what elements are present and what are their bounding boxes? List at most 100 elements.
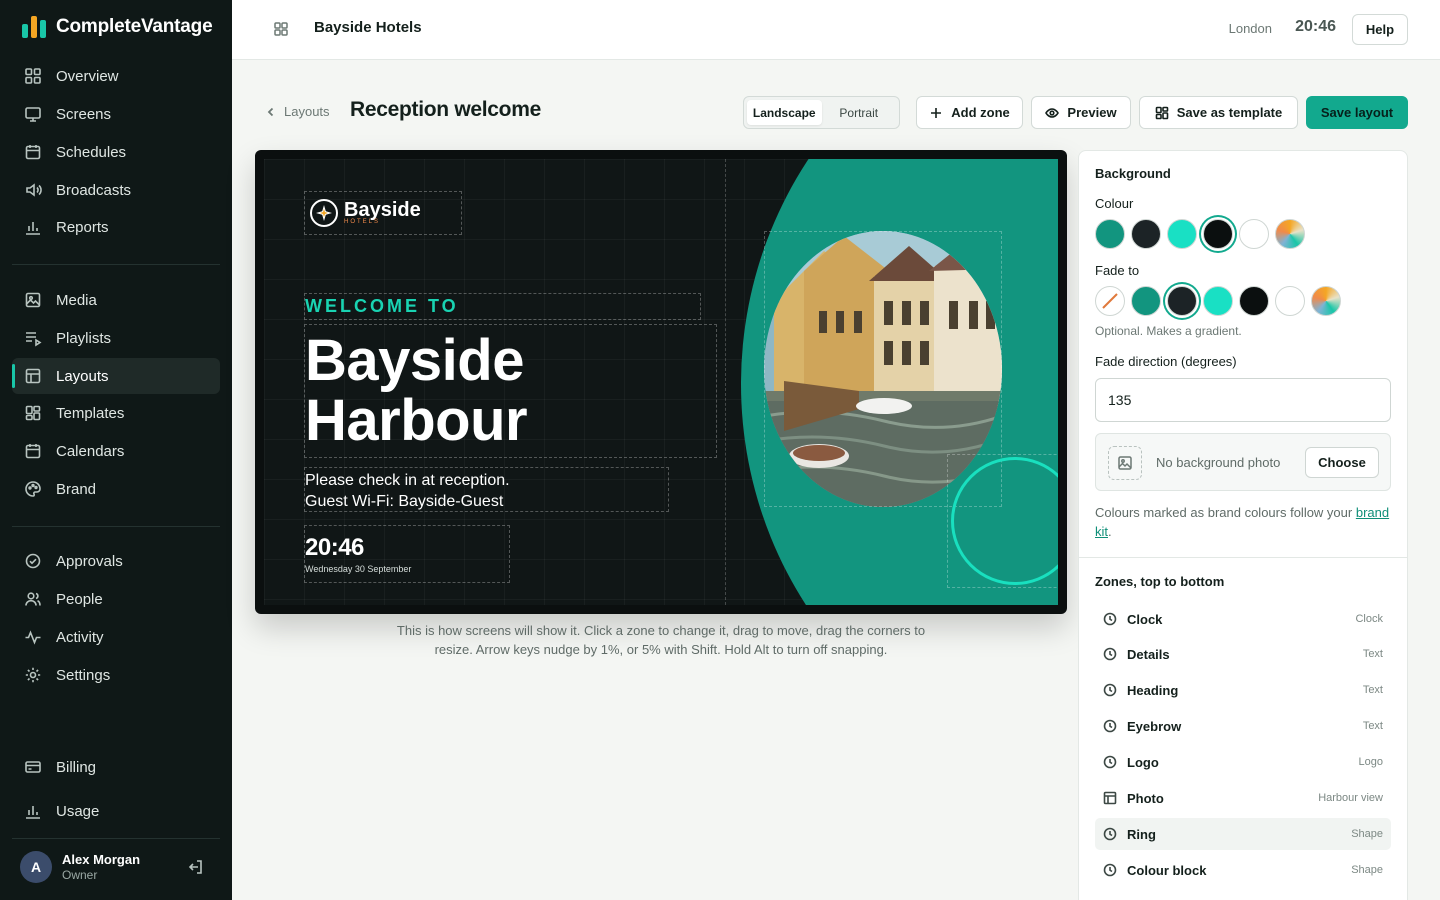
preview-button[interactable]: Preview	[1031, 96, 1131, 129]
zone-eyebrow[interactable]: WELCOME TO	[304, 293, 701, 320]
image-icon	[24, 291, 42, 309]
sidebar: CompleteVantage Overview Screens Schedul…	[0, 0, 232, 900]
clock-icon	[1103, 612, 1117, 626]
add-zone-button[interactable]: Add zone	[916, 96, 1023, 129]
zone-row-ring[interactable]: Ring Shape	[1095, 818, 1391, 850]
sidebar-item-people[interactable]: People	[12, 581, 220, 617]
back-to-layouts-link[interactable]: Layouts	[266, 104, 330, 119]
brand-logo[interactable]: CompleteVantage	[22, 16, 213, 38]
plus-icon	[931, 107, 942, 118]
help-button[interactable]: Help	[1352, 14, 1408, 45]
colour-swatch-selected[interactable]	[1203, 219, 1233, 249]
details-line: Guest Wi-Fi: Bayside-Guest	[305, 493, 504, 510]
zone-row-name: Eyebrow	[1127, 718, 1182, 734]
zone-clock[interactable]: 20:46 Wednesday 30 September	[304, 525, 510, 583]
sidebar-item-label: Calendars	[56, 442, 125, 460]
sidebar-item-schedules[interactable]: Schedules	[12, 134, 220, 170]
grid-icon	[24, 67, 42, 85]
colour-swatch[interactable]	[1131, 219, 1161, 249]
zone-row-name: Logo	[1127, 754, 1159, 770]
clock-time: 20:46	[305, 534, 364, 561]
fade-swatch[interactable]	[1239, 286, 1269, 316]
logout-icon[interactable]	[186, 858, 204, 876]
sidebar-item-playlists[interactable]: Playlists	[12, 320, 220, 356]
layout-icon	[1103, 791, 1117, 805]
organisation-name[interactable]: Bayside Hotels	[314, 19, 422, 36]
zone-row-heading[interactable]: Heading Text	[1095, 674, 1391, 706]
save-layout-button[interactable]: Save layout	[1306, 96, 1408, 129]
app-switcher-icon[interactable]	[272, 20, 290, 38]
sidebar-item-brand[interactable]: Brand	[12, 471, 220, 507]
sidebar-divider	[12, 526, 220, 527]
clock-date: Wednesday 30 September	[305, 564, 412, 574]
layout-canvas-frame: Bayside HOTELS WELCOME TO Bayside Harbou…	[255, 150, 1067, 614]
sidebar-item-calendars[interactable]: Calendars	[12, 433, 220, 469]
fade-direction-label: Fade direction (degrees)	[1095, 354, 1237, 369]
orientation-landscape[interactable]: Landscape	[747, 100, 822, 125]
fade-swatch-selected[interactable]	[1167, 286, 1197, 316]
fade-direction-input[interactable]: 135	[1095, 378, 1391, 422]
zone-row-details[interactable]: Details Text	[1095, 638, 1391, 670]
zone-row-name: Photo	[1127, 790, 1164, 806]
sidebar-item-usage[interactable]: Usage	[12, 793, 220, 829]
sidebar-item-settings[interactable]: Settings	[12, 657, 220, 693]
save-as-template-button[interactable]: Save as template	[1139, 96, 1298, 129]
colour-swatch[interactable]	[1095, 219, 1125, 249]
zone-row-eyebrow[interactable]: Eyebrow Text	[1095, 710, 1391, 742]
colour-swatch[interactable]	[1239, 219, 1269, 249]
sidebar-item-label: Settings	[56, 666, 111, 684]
properties-panel: Background Colour Fade to Optional. Make…	[1078, 150, 1408, 900]
zone-row-colour-block[interactable]: Colour block Shape	[1095, 854, 1391, 886]
sidebar-item-approvals[interactable]: Approvals	[12, 543, 220, 579]
orientation-portrait[interactable]: Portrait	[822, 100, 897, 125]
sidebar-item-screens[interactable]: Screens	[12, 96, 220, 132]
sidebar-divider	[12, 264, 220, 265]
zone-row-photo[interactable]: Photo Harbour view	[1095, 782, 1391, 814]
sidebar-item-broadcasts[interactable]: Broadcasts	[12, 172, 220, 208]
fade-to-label: Fade to	[1095, 263, 1140, 278]
save-as-template-label: Save as template	[1176, 105, 1283, 120]
page-title: Reception welcome	[350, 98, 541, 121]
compass-star-icon	[310, 199, 338, 227]
top-bar: Bayside Hotels London 20:46 Help	[232, 0, 1440, 60]
no-photo-text: No background photo	[1156, 455, 1281, 470]
calendar-icon	[24, 143, 42, 161]
fade-swatch[interactable]	[1131, 286, 1161, 316]
custom-colour-swatch[interactable]	[1275, 219, 1305, 249]
panel-divider	[1079, 557, 1407, 558]
templates-icon	[24, 404, 42, 422]
layout-canvas[interactable]: Bayside HOTELS WELCOME TO Bayside Harbou…	[264, 159, 1058, 605]
sidebar-item-label: Reports	[56, 218, 109, 236]
custom-fade-swatch[interactable]	[1311, 286, 1341, 316]
back-link-label: Layouts	[284, 104, 330, 119]
user-profile[interactable]: A Alex Morgan Owner	[20, 851, 140, 883]
colour-swatch[interactable]	[1167, 219, 1197, 249]
sidebar-item-reports[interactable]: Reports	[12, 209, 220, 245]
sidebar-item-media[interactable]: Media	[12, 282, 220, 318]
sidebar-item-layouts[interactable]: Layouts	[12, 358, 220, 394]
speaker-icon	[24, 181, 42, 199]
zone-logo[interactable]: Bayside HOTELS	[304, 191, 462, 235]
choose-photo-button[interactable]: Choose	[1305, 447, 1379, 478]
heading-line: Harbour	[305, 388, 528, 453]
colour-swatches	[1095, 219, 1305, 249]
fade-swatch[interactable]	[1275, 286, 1305, 316]
brand-colours-note: Colours marked as brand colours follow y…	[1095, 505, 1390, 539]
sidebar-item-label: Screens	[56, 105, 112, 123]
sidebar-item-activity[interactable]: Activity	[12, 619, 220, 655]
zone-details[interactable]: Please check in at reception. Guest Wi-F…	[304, 467, 669, 512]
zone-row-name: Colour block	[1127, 862, 1207, 878]
no-fade-swatch[interactable]	[1095, 286, 1125, 316]
zone-row-logo[interactable]: Logo Logo	[1095, 746, 1391, 778]
sidebar-item-billing[interactable]: Billing	[12, 749, 220, 785]
fade-swatch[interactable]	[1203, 286, 1233, 316]
monitor-icon	[24, 105, 42, 123]
sidebar-item-overview[interactable]: Overview	[12, 58, 220, 94]
sidebar-item-templates[interactable]: Templates	[12, 395, 220, 431]
zone-ring[interactable]	[947, 454, 1058, 588]
zone-row-clock[interactable]: Clock Clock	[1095, 603, 1391, 635]
zone-heading[interactable]: Bayside Harbour	[304, 324, 717, 458]
chevron-left-icon	[267, 107, 274, 116]
zone-row-type: Logo	[1358, 756, 1383, 768]
sidebar-item-label: Overview	[56, 67, 119, 85]
